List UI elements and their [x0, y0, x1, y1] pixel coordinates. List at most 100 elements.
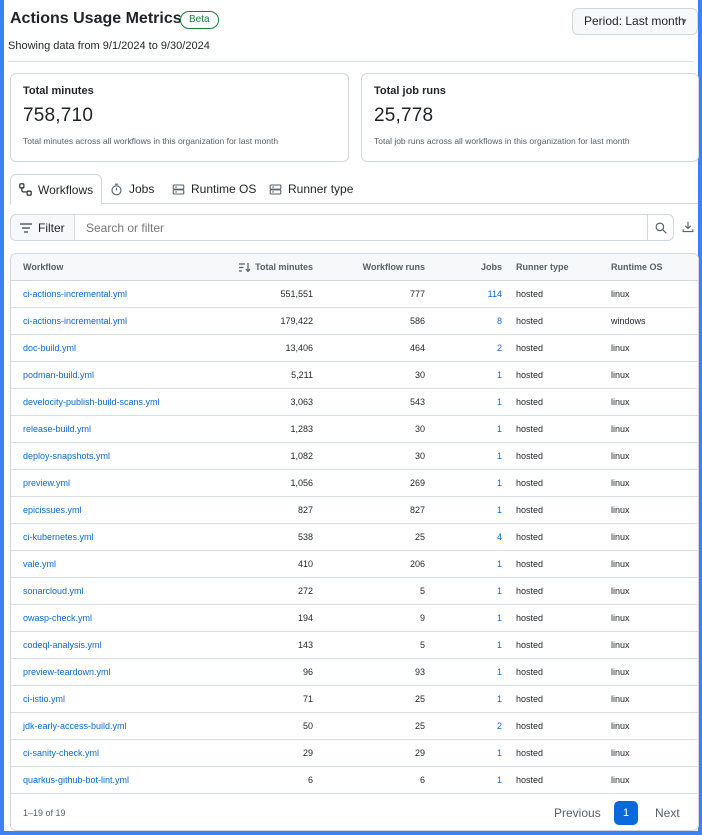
column-header-total-minutes[interactable]: Total minutes [239, 254, 313, 281]
divider [8, 61, 694, 62]
workflow-link[interactable]: podman-build.yml [23, 362, 94, 389]
total-minutes-cell: 50 [302, 721, 313, 731]
workflow-link[interactable]: preview.yml [23, 470, 70, 497]
table-row: epicissues.yml 827 827 1 hosted linux [11, 497, 698, 524]
workflow-link[interactable]: release-build.yml [23, 416, 91, 443]
jobs-link[interactable]: 1 [497, 686, 502, 713]
workflow-runs-cell: 25 [414, 532, 425, 542]
tab-runner-type[interactable]: Runner type [261, 174, 361, 204]
runtime-os-cell: linux [611, 667, 630, 677]
runtime-os-cell: linux [611, 424, 630, 434]
date-range-text: Showing data from 9/1/2024 to 9/30/2024 [8, 40, 210, 52]
jobs-link[interactable]: 1 [497, 362, 502, 389]
search-icon [655, 222, 667, 234]
runner-type-cell: hosted [516, 424, 544, 434]
jobs-link[interactable]: 2 [497, 335, 502, 362]
search-button[interactable] [647, 215, 673, 240]
jobs-link[interactable]: 4 [497, 524, 502, 551]
workflow-runs-cell: 25 [414, 694, 425, 704]
workflow-runs-cell: 29 [414, 748, 425, 758]
workflow-link[interactable]: ci-istio.yml [23, 686, 65, 713]
page-title: Actions Usage Metrics [10, 10, 182, 27]
search-input[interactable] [75, 215, 647, 240]
tab-jobs[interactable]: Jobs [102, 174, 162, 204]
jobs-link[interactable]: 1 [497, 470, 502, 497]
period-dropdown-label: Period: Last month [584, 14, 685, 28]
total-minutes-cell: 6 [307, 775, 313, 785]
jobs-link[interactable]: 1 [497, 497, 502, 524]
previous-page-button[interactable]: Previous [554, 806, 601, 820]
workflow-runs-cell: 586 [409, 316, 425, 326]
tab-bar: Workflows Jobs Runtime OS Runner type [10, 174, 698, 205]
workflow-link[interactable]: ci-actions-incremental.yml [23, 281, 127, 308]
sort-descending-icon [239, 263, 251, 273]
total-minutes-cell: 538 [297, 532, 313, 542]
workflow-link[interactable]: ci-actions-incremental.yml [23, 308, 127, 335]
total-minutes-cell: 194 [297, 613, 313, 623]
download-icon[interactable] [682, 221, 694, 233]
runner-type-cell: hosted [516, 559, 544, 569]
server-icon [269, 184, 282, 194]
workflow-link[interactable]: quarkus-github-bot-lint.yml [23, 767, 129, 794]
total-job-runs-card: Total job runs 25,778 Total job runs acr… [361, 73, 699, 162]
page-1-button[interactable]: 1 [614, 801, 638, 825]
workflow-link[interactable]: owasp-check.yml [23, 605, 92, 632]
workflow-link[interactable]: ci-sanity-check.yml [23, 740, 99, 767]
jobs-link[interactable]: 1 [497, 740, 502, 767]
workflow-link[interactable]: vale.yml [23, 551, 56, 578]
workflow-link[interactable]: sonarcloud.yml [23, 578, 84, 605]
runtime-os-cell: linux [611, 640, 630, 650]
jobs-link[interactable]: 1 [497, 767, 502, 794]
jobs-link[interactable]: 1 [497, 443, 502, 470]
column-header-workflow[interactable]: Workflow [23, 254, 63, 281]
jobs-link[interactable]: 2 [497, 713, 502, 740]
stopwatch-icon [111, 183, 122, 195]
workflow-link[interactable]: jdk-early-access-build.yml [23, 713, 127, 740]
jobs-link[interactable]: 1 [497, 578, 502, 605]
workflow-link[interactable]: develocity-publish-build-scans.yml [23, 389, 160, 416]
tab-workflows[interactable]: Workflows [10, 174, 103, 205]
tab-label: Runner type [288, 182, 354, 196]
workflow-link[interactable]: ci-kubernetes.yml [23, 524, 94, 551]
workflow-link[interactable]: preview-teardown.yml [23, 659, 111, 686]
table-row: preview-teardown.yml 96 93 1 hosted linux [11, 659, 698, 686]
workflow-link[interactable]: doc-build.yml [23, 335, 76, 362]
workflow-usage-table: Workflow Total minutes Workflow runs Job… [10, 253, 699, 831]
jobs-link[interactable]: 1 [497, 416, 502, 443]
total-minutes-cell: 96 [302, 667, 313, 677]
workflow-link[interactable]: codeql-analysis.yml [23, 632, 102, 659]
jobs-link[interactable]: 1 [497, 605, 502, 632]
period-dropdown[interactable]: Period: Last month ▼ [572, 8, 698, 35]
table-row: release-build.yml 1,283 30 1 hosted linux [11, 416, 698, 443]
total-minutes-cell: 551,551 [280, 289, 313, 299]
next-page-button[interactable]: Next [655, 806, 680, 820]
column-header-runner-type[interactable]: Runner type [516, 254, 569, 281]
total-minutes-cell: 143 [297, 640, 313, 650]
table-row: deploy-snapshots.yml 1,082 30 1 hosted linux [11, 443, 698, 470]
total-minutes-cell: 1,056 [290, 478, 313, 488]
column-header-runtime-os[interactable]: Runtime OS [611, 254, 663, 281]
jobs-link[interactable]: 8 [497, 308, 502, 335]
workflow-runs-cell: 93 [414, 667, 425, 677]
workflow-link[interactable]: deploy-snapshots.yml [23, 443, 110, 470]
table-row: owasp-check.yml 194 9 1 hosted linux [11, 605, 698, 632]
jobs-link[interactable]: 1 [497, 551, 502, 578]
jobs-link[interactable]: 114 [488, 281, 502, 308]
workflow-link[interactable]: epicissues.yml [23, 497, 82, 524]
runner-type-cell: hosted [516, 289, 544, 299]
column-header-jobs[interactable]: Jobs [481, 254, 502, 281]
tab-runtime-os[interactable]: Runtime OS [164, 174, 264, 204]
runner-type-cell: hosted [516, 532, 544, 542]
filter-button[interactable]: Filter [11, 215, 75, 240]
runtime-os-cell: linux [611, 748, 630, 758]
jobs-link[interactable]: 1 [497, 632, 502, 659]
total-minutes-cell: 3,063 [290, 397, 313, 407]
chevron-down-icon: ▼ [680, 17, 688, 26]
jobs-link[interactable]: 1 [497, 389, 502, 416]
table-row: podman-build.yml 5,211 30 1 hosted linux [11, 362, 698, 389]
card-value: 758,710 [23, 105, 94, 126]
workflow-runs-cell: 30 [414, 451, 425, 461]
column-header-workflow-runs[interactable]: Workflow runs [363, 254, 425, 281]
jobs-link[interactable]: 1 [497, 659, 502, 686]
runner-type-cell: hosted [516, 343, 544, 353]
